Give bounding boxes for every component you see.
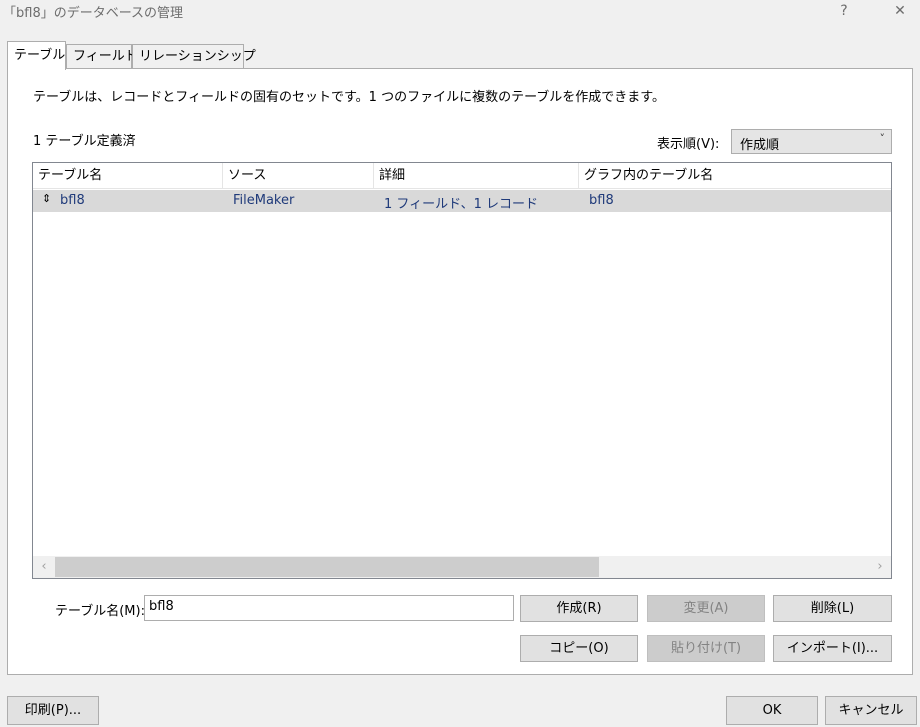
tab-table[interactable]: テーブル [7,41,66,70]
sort-select[interactable]: 作成順 ˅ [731,129,892,154]
table-count: 1 テーブル定義済 [33,134,136,149]
cancel-button[interactable]: キャンセル [825,696,917,725]
row-table-name: bfl8 [60,193,85,208]
column-header-details[interactable]: 詳細 [374,163,579,188]
table-row[interactable]: ⇕ bfl8 FileMaker 1 フィールド、1 レコード bfl8 [33,190,891,212]
print-button[interactable]: 印刷(P)... [7,696,99,725]
row-source: FileMaker [233,193,295,208]
close-button[interactable]: ✕ [885,0,915,22]
import-button[interactable]: インポート(I)... [773,635,892,662]
chevron-down-icon: ˅ [879,132,886,145]
help-button[interactable]: ? [829,0,859,22]
title-bar: 「bfl8」のデータベースの管理 ? ✕ [0,0,920,24]
scroll-left-icon[interactable]: ‹ [35,558,53,576]
copy-button[interactable]: コピー(O) [520,635,638,662]
delete-button[interactable]: 削除(L) [773,595,892,622]
scrollbar-thumb[interactable] [55,557,599,577]
create-button[interactable]: 作成(R) [520,595,638,622]
column-header-table-name[interactable]: テーブル名 [33,163,223,188]
table-name-input[interactable]: bfl8 [144,595,514,621]
ok-button[interactable]: OK [726,696,818,725]
horizontal-scrollbar[interactable]: ‹ › [33,556,891,578]
description-text: テーブルは、レコードとフィールドの固有のセットです。1 つのファイルに複数のテー… [33,90,665,105]
tab-field[interactable]: フィールド [66,44,138,68]
table-list[interactable]: テーブル名 ソース 詳細 グラフ内のテーブル名 ⇕ bfl8 FileMaker… [32,162,892,579]
tab-relationship[interactable]: リレーションシップ [132,44,256,68]
header-divider [33,188,891,189]
column-header-source[interactable]: ソース [223,163,374,188]
table-name-label: テーブル名(M): [55,604,145,619]
scroll-right-icon[interactable]: › [871,558,889,576]
sort-label: 表示順(V): [657,137,720,152]
window-title: 「bfl8」のデータベースの管理 [3,6,184,21]
paste-button[interactable]: 貼り付け(T) [647,635,765,662]
column-header-graph-name[interactable]: グラフ内のテーブル名 [579,163,891,188]
row-graph-name: bfl8 [589,193,614,208]
sort-select-value: 作成順 [740,138,780,153]
change-button[interactable]: 変更(A) [647,595,765,622]
row-details: 1 フィールド、1 レコード [384,197,539,212]
sort-arrows-icon: ⇕ [42,192,52,205]
